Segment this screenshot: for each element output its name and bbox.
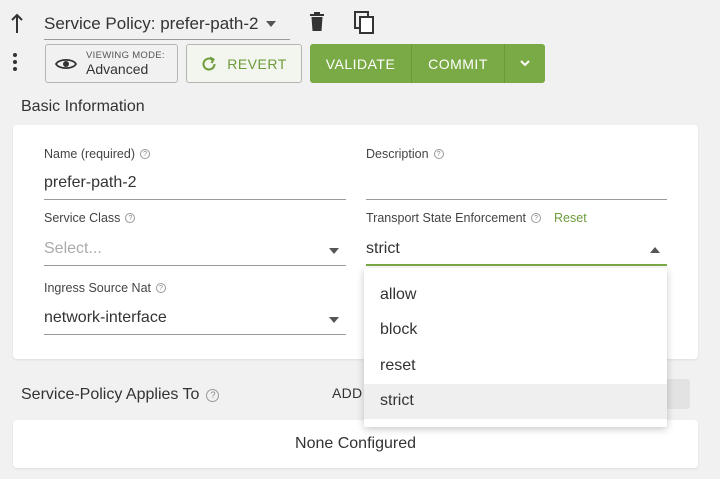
more-vert-icon[interactable] <box>12 52 18 72</box>
none-configured-text: None Configured <box>295 435 416 452</box>
policy-select[interactable]: Service Policy: prefer-path-2 <box>44 8 290 40</box>
applies-to-toolbar-field <box>663 379 690 409</box>
transport-dropdown: allow block reset strict <box>364 268 667 427</box>
description-label: Description ? <box>366 147 444 161</box>
commit-button[interactable]: COMMIT <box>412 44 505 83</box>
applies-to-title-text: Service-Policy Applies To <box>21 386 200 403</box>
revert-button[interactable]: REVERT <box>186 44 302 83</box>
up-arrow-icon[interactable] <box>9 12 25 34</box>
revert-label: REVERT <box>227 55 287 72</box>
chevron-down-icon <box>329 248 339 254</box>
chevron-down-icon <box>520 60 530 67</box>
ingress-label: Ingress Source Nat ? <box>44 281 166 295</box>
chevron-up-icon <box>650 247 660 253</box>
viewing-mode-button[interactable]: VIEWING MODE: Advanced <box>45 44 178 83</box>
name-label-text: Name (required) <box>44 147 136 161</box>
description-label-text: Description <box>366 147 429 161</box>
help-icon[interactable]: ? <box>125 213 136 223</box>
dropdown-option-strict[interactable]: strict <box>364 383 667 419</box>
applies-to-card: None Configured <box>13 420 698 468</box>
add-button[interactable]: ADD <box>332 385 362 401</box>
refresh-icon <box>201 56 217 72</box>
help-icon[interactable]: ? <box>156 283 166 293</box>
name-label: Name (required) ? <box>44 147 151 161</box>
dropdown-option-reset[interactable]: reset <box>364 348 667 384</box>
ingress-select[interactable]: network-interface <box>44 303 346 335</box>
help-icon[interactable]: ? <box>433 149 444 159</box>
help-icon[interactable]: ? <box>206 388 220 402</box>
chevron-down-icon <box>329 317 339 323</box>
validate-commit-group: VALIDATE COMMIT <box>310 44 545 83</box>
viewing-mode-label: VIEWING MODE: <box>86 50 165 61</box>
policy-title: Service Policy: prefer-path-2 <box>44 13 259 33</box>
dropdown-option-allow[interactable]: allow <box>364 277 667 313</box>
applies-to-title: Service-Policy Applies To ? <box>21 386 220 404</box>
transport-select[interactable]: strict <box>366 234 667 266</box>
service-class-label-text: Service Class <box>44 211 121 225</box>
ingress-label-text: Ingress Source Nat <box>44 281 151 295</box>
commit-options-button[interactable] <box>505 44 545 83</box>
validate-button[interactable]: VALIDATE <box>310 44 412 83</box>
name-value: prefer-path-2 <box>44 174 137 191</box>
service-class-label: Service Class ? <box>44 211 136 225</box>
basic-info-title: Basic Information <box>21 98 145 115</box>
transport-label-text: Transport State Enforcement <box>366 211 527 225</box>
transport-reset-link[interactable]: Reset <box>554 211 587 225</box>
transport-label: Transport State Enforcement ? Reset <box>366 211 587 225</box>
viewing-mode-value: Advanced <box>86 61 149 77</box>
service-class-select[interactable]: Select... <box>44 234 346 266</box>
ingress-value: network-interface <box>44 309 167 326</box>
description-field[interactable] <box>366 168 667 200</box>
copy-icon[interactable] <box>354 11 376 35</box>
chevron-down-icon <box>266 20 277 27</box>
transport-value: strict <box>366 240 400 257</box>
help-icon[interactable]: ? <box>531 213 542 223</box>
service-class-placeholder: Select... <box>44 240 102 257</box>
name-field[interactable]: prefer-path-2 <box>44 168 346 200</box>
trash-icon[interactable] <box>308 12 326 32</box>
dropdown-option-block[interactable]: block <box>364 313 667 349</box>
eye-icon <box>55 57 77 71</box>
help-icon[interactable]: ? <box>140 149 151 159</box>
